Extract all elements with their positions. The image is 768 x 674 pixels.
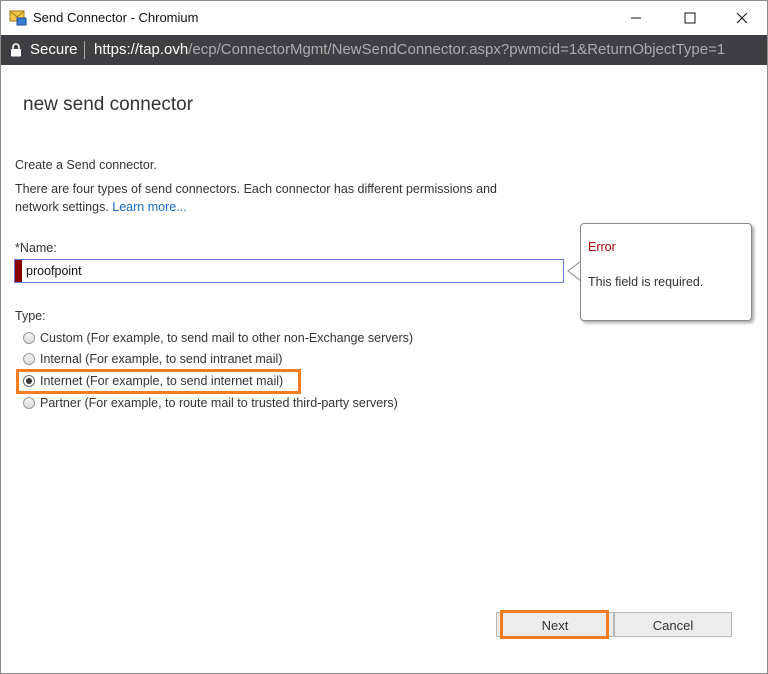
maximize-icon bbox=[684, 12, 696, 24]
radio-button-icon[interactable] bbox=[23, 397, 35, 409]
window-title: Send Connector - Chromium bbox=[33, 10, 199, 25]
radio-internal-label: Internal (For example, to send intranet … bbox=[40, 352, 283, 366]
close-button[interactable] bbox=[719, 1, 765, 35]
error-callout: Error This field is required. bbox=[580, 223, 752, 321]
radio-partner-label: Partner (For example, to route mail to t… bbox=[40, 396, 398, 410]
name-input[interactable]: proofpoint bbox=[14, 259, 564, 283]
error-indicator-bar bbox=[15, 260, 22, 282]
close-icon bbox=[736, 12, 748, 24]
type-label: Type: bbox=[15, 309, 46, 323]
radio-custom-label: Custom (For example, to send mail to oth… bbox=[40, 331, 414, 345]
lock-icon bbox=[11, 43, 21, 57]
mail-app-icon bbox=[9, 10, 27, 26]
radio-partner[interactable]: Partner (For example, to route mail to t… bbox=[23, 394, 398, 412]
error-message: This field is required. bbox=[588, 275, 704, 289]
radio-button-icon[interactable] bbox=[23, 332, 35, 344]
address-separator bbox=[84, 41, 85, 59]
description-line-2: network settings. Learn more... bbox=[15, 200, 187, 214]
internet-option-highlight bbox=[16, 369, 301, 394]
browser-window: Send Connector - Chromium Secure https:/… bbox=[0, 0, 768, 674]
radio-custom[interactable]: Custom (For example, to send mail to oth… bbox=[23, 329, 413, 347]
address-bar[interactable]: Secure https://tap.ovh/ecp/ConnectorMgmt… bbox=[1, 35, 767, 65]
page-title: new send connector bbox=[23, 94, 194, 115]
cancel-button[interactable]: Cancel bbox=[614, 612, 732, 637]
description-text: network settings. bbox=[15, 200, 109, 214]
minimize-button[interactable] bbox=[613, 1, 659, 35]
name-label: *Name: bbox=[15, 241, 57, 255]
name-input-value: proofpoint bbox=[26, 264, 82, 278]
title-bar: Send Connector - Chromium bbox=[1, 1, 767, 35]
description-line-1: There are four types of send connectors.… bbox=[15, 182, 497, 196]
radio-internal[interactable]: Internal (For example, to send intranet … bbox=[23, 350, 282, 368]
secure-label: Secure bbox=[30, 41, 78, 58]
minimize-icon bbox=[631, 17, 641, 19]
url-text[interactable]: https://tap.ovh/ecp/ConnectorMgmt/NewSen… bbox=[94, 41, 764, 58]
maximize-button[interactable] bbox=[667, 1, 713, 35]
intro-text: Create a Send connector. bbox=[15, 158, 157, 172]
callout-arrow-icon bbox=[567, 261, 581, 281]
url-host: https://tap.ovh bbox=[94, 41, 189, 58]
url-path: /ecp/ConnectorMgmt/NewSendConnector.aspx… bbox=[188, 41, 726, 58]
learn-more-link[interactable]: Learn more... bbox=[112, 200, 186, 214]
next-button-highlight bbox=[500, 610, 609, 639]
error-title: Error bbox=[588, 240, 616, 254]
radio-button-icon[interactable] bbox=[23, 353, 35, 365]
